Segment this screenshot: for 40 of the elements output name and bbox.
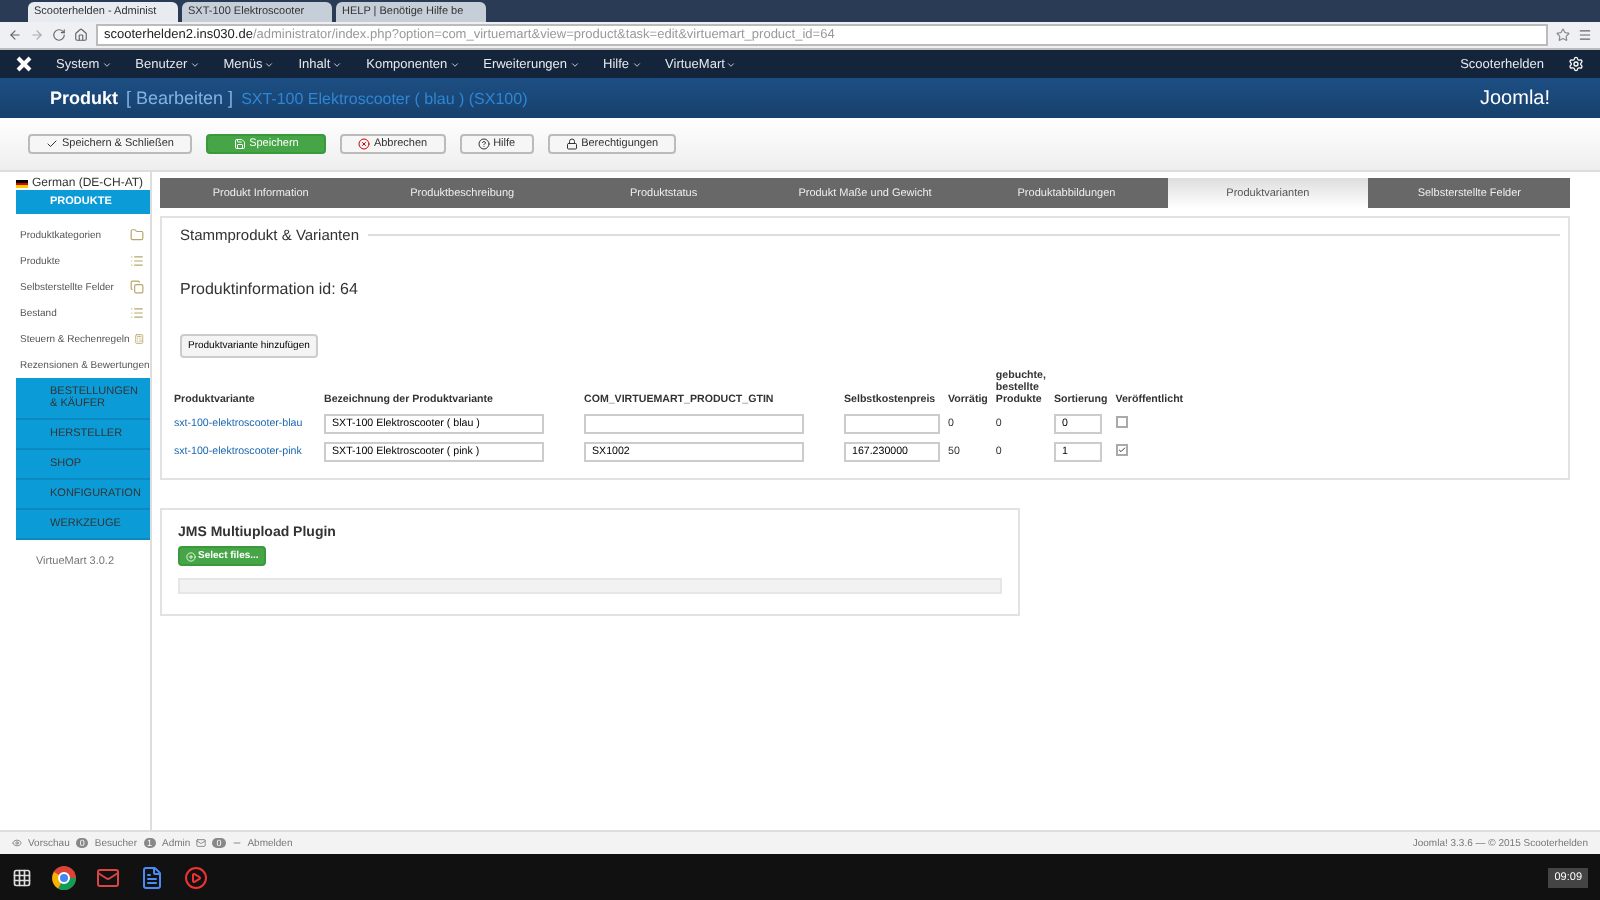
caret-icon [569, 59, 580, 69]
back-icon[interactable] [8, 28, 22, 42]
help-icon [477, 138, 490, 150]
list-icon [130, 306, 144, 320]
mail-icon[interactable] [96, 865, 120, 889]
menu-icon[interactable] [1578, 28, 1592, 42]
caret-icon [189, 59, 200, 69]
caret-icon [631, 59, 642, 69]
calc-icon [133, 332, 144, 346]
price-field[interactable] [844, 414, 940, 434]
joomla-logo: Joomla! [1479, 87, 1550, 109]
caret-icon [726, 59, 737, 69]
caret-icon [449, 59, 460, 69]
star-icon[interactable] [1556, 28, 1570, 42]
check-icon [46, 138, 58, 150]
folder-icon [130, 228, 144, 242]
caret-icon [332, 59, 343, 69]
lock-icon [565, 138, 578, 150]
video-icon[interactable] [184, 865, 208, 889]
caret-icon [101, 59, 112, 69]
page-subtitle: SXT-100 Elektroscooter ( blau ) (SX100) [241, 89, 528, 107]
home-icon[interactable] [74, 28, 88, 42]
page-title: Produkt [50, 88, 119, 108]
gtin-field[interactable] [584, 414, 804, 434]
apps-icon[interactable] [12, 867, 32, 887]
copy-icon [130, 280, 144, 294]
page-action: [ Bearbeiten ] [126, 88, 234, 108]
caret-icon [264, 59, 275, 69]
preview-icon [12, 838, 22, 848]
check-icon [1117, 444, 1126, 456]
reload-icon[interactable] [52, 28, 66, 42]
published-checkbox[interactable] [1115, 444, 1128, 456]
list-icon [130, 254, 144, 268]
cancel-icon [357, 138, 370, 150]
mail-icon [196, 838, 207, 848]
settings-icon[interactable] [1568, 56, 1584, 72]
browser-icon[interactable] [52, 865, 76, 889]
document-icon[interactable] [140, 865, 164, 889]
product-heading: Produktinformation id: 64 [178, 278, 360, 302]
published-checkbox[interactable] [1115, 416, 1128, 428]
